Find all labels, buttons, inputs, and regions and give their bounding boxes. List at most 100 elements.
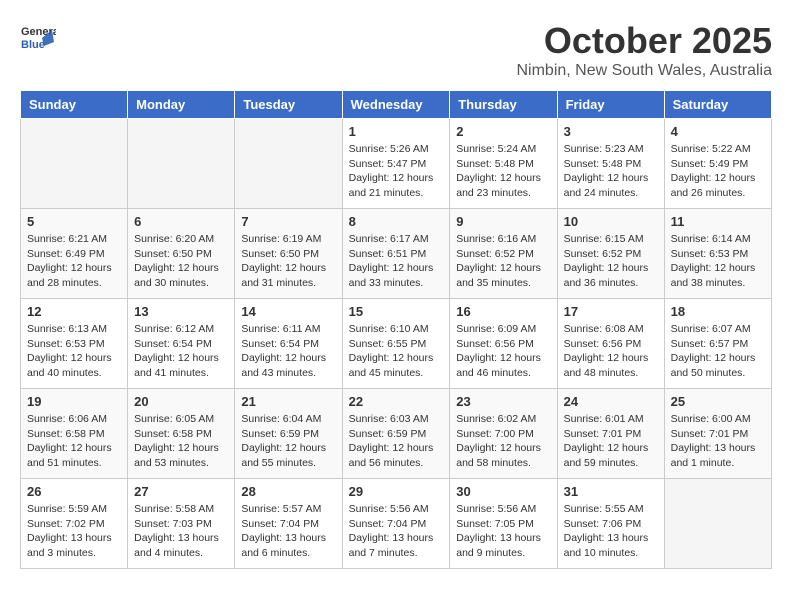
day-info: Sunrise: 6:14 AM Sunset: 6:53 PM Dayligh… <box>671 232 765 291</box>
day-number: 13 <box>134 304 228 319</box>
day-number: 24 <box>564 394 658 409</box>
day-number: 10 <box>564 214 658 229</box>
week-row-5: 26 Sunrise: 5:59 AM Sunset: 7:02 PM Dayli… <box>21 479 772 569</box>
day-number: 14 <box>241 304 335 319</box>
day-number: 1 <box>349 124 444 139</box>
day-number: 9 <box>456 214 550 229</box>
calendar-cell: 28 Sunrise: 5:57 AM Sunset: 7:04 PM Dayli… <box>235 479 342 569</box>
title-section: October 2025 Nimbin, New South Wales, Au… <box>516 20 772 80</box>
week-row-1: 1 Sunrise: 5:26 AM Sunset: 5:47 PM Daylig… <box>21 119 772 209</box>
day-info: Sunrise: 5:24 AM Sunset: 5:48 PM Dayligh… <box>456 142 550 201</box>
header-monday: Monday <box>128 91 235 119</box>
calendar-cell: 31Sunrise: 5:55 AM Sunset: 7:06 PM Dayli… <box>557 479 664 569</box>
calendar-table: Sunday Monday Tuesday Wednesday Thursday… <box>20 90 772 569</box>
day-info: Sunrise: 6:05 AM Sunset: 6:58 PM Dayligh… <box>134 412 228 471</box>
subtitle: Nimbin, New South Wales, Australia <box>516 62 772 80</box>
calendar-cell: 18Sunrise: 6:07 AM Sunset: 6:57 PM Dayli… <box>664 299 771 389</box>
header-wednesday: Wednesday <box>342 91 450 119</box>
day-info: Sunrise: 5:59 AM Sunset: 7:02 PM Dayligh… <box>27 502 121 561</box>
calendar-cell <box>664 479 771 569</box>
day-info: Sunrise: 6:12 AM Sunset: 6:54 PM Dayligh… <box>134 322 228 381</box>
svg-text:Blue: Blue <box>21 39 45 51</box>
day-number: 22 <box>349 394 444 409</box>
day-info: Sunrise: 5:22 AM Sunset: 5:49 PM Dayligh… <box>671 142 765 201</box>
day-number: 6 <box>134 214 228 229</box>
day-number: 11 <box>671 214 765 229</box>
calendar-cell: 22 Sunrise: 6:03 AM Sunset: 6:59 PM Dayli… <box>342 389 450 479</box>
calendar-cell: 27Sunrise: 5:58 AM Sunset: 7:03 PM Dayli… <box>128 479 235 569</box>
calendar-cell: 4 Sunrise: 5:22 AM Sunset: 5:49 PM Daylig… <box>664 119 771 209</box>
day-number: 16 <box>456 304 550 319</box>
day-info: Sunrise: 6:00 AM Sunset: 7:01 PM Dayligh… <box>671 412 765 471</box>
day-number: 4 <box>671 124 765 139</box>
calendar-cell: 16 Sunrise: 6:09 AM Sunset: 6:56 PM Dayli… <box>450 299 557 389</box>
calendar-cell: 20Sunrise: 6:05 AM Sunset: 6:58 PM Dayli… <box>128 389 235 479</box>
day-number: 19 <box>27 394 121 409</box>
calendar-cell: 19 Sunrise: 6:06 AM Sunset: 6:58 PM Dayli… <box>21 389 128 479</box>
day-number: 7 <box>241 214 335 229</box>
day-number: 17 <box>564 304 658 319</box>
calendar-cell: 17Sunrise: 6:08 AM Sunset: 6:56 PM Dayli… <box>557 299 664 389</box>
calendar-cell: 30Sunrise: 5:56 AM Sunset: 7:05 PM Dayli… <box>450 479 557 569</box>
calendar-cell: 7 Sunrise: 6:19 AM Sunset: 6:50 PM Daylig… <box>235 209 342 299</box>
day-number: 31 <box>564 484 658 499</box>
day-info: Sunrise: 6:17 AM Sunset: 6:51 PM Dayligh… <box>349 232 444 291</box>
day-number: 12 <box>27 304 121 319</box>
calendar-cell: 6 Sunrise: 6:20 AM Sunset: 6:50 PM Daylig… <box>128 209 235 299</box>
day-info: Sunrise: 5:26 AM Sunset: 5:47 PM Dayligh… <box>349 142 444 201</box>
calendar-cell: 3 Sunrise: 5:23 AM Sunset: 5:48 PM Daylig… <box>557 119 664 209</box>
day-info: Sunrise: 6:19 AM Sunset: 6:50 PM Dayligh… <box>241 232 335 291</box>
page-container: General Blue October 2025 Nimbin, New So… <box>20 20 772 569</box>
calendar-cell: 9 Sunrise: 6:16 AM Sunset: 6:52 PM Daylig… <box>450 209 557 299</box>
day-number: 29 <box>349 484 444 499</box>
calendar-cell: 11 Sunrise: 6:14 AM Sunset: 6:53 PM Dayli… <box>664 209 771 299</box>
day-info: Sunrise: 5:23 AM Sunset: 5:48 PM Dayligh… <box>564 142 658 201</box>
logo-svg: General Blue <box>20 20 56 56</box>
day-number: 3 <box>564 124 658 139</box>
calendar-cell: 14Sunrise: 6:11 AM Sunset: 6:54 PM Dayli… <box>235 299 342 389</box>
calendar-cell <box>235 119 342 209</box>
day-info: Sunrise: 6:15 AM Sunset: 6:52 PM Dayligh… <box>564 232 658 291</box>
day-number: 30 <box>456 484 550 499</box>
day-info: Sunrise: 6:20 AM Sunset: 6:50 PM Dayligh… <box>134 232 228 291</box>
calendar-cell <box>21 119 128 209</box>
logo: General Blue <box>20 20 56 56</box>
day-info: Sunrise: 6:13 AM Sunset: 6:53 PM Dayligh… <box>27 322 121 381</box>
day-number: 15 <box>349 304 444 319</box>
calendar-cell: 24 Sunrise: 6:01 AM Sunset: 7:01 PM Dayli… <box>557 389 664 479</box>
day-info: Sunrise: 6:10 AM Sunset: 6:55 PM Dayligh… <box>349 322 444 381</box>
calendar-cell: 10 Sunrise: 6:15 AM Sunset: 6:52 PM Dayli… <box>557 209 664 299</box>
calendar-cell: 2Sunrise: 5:24 AM Sunset: 5:48 PM Daylig… <box>450 119 557 209</box>
header-friday: Friday <box>557 91 664 119</box>
day-info: Sunrise: 6:09 AM Sunset: 6:56 PM Dayligh… <box>456 322 550 381</box>
day-info: Sunrise: 6:02 AM Sunset: 7:00 PM Dayligh… <box>456 412 550 471</box>
calendar-cell: 25 Sunrise: 6:00 AM Sunset: 7:01 PM Dayli… <box>664 389 771 479</box>
day-info: Sunrise: 6:21 AM Sunset: 6:49 PM Dayligh… <box>27 232 121 291</box>
header: General Blue October 2025 Nimbin, New So… <box>20 20 772 80</box>
week-row-2: 5 Sunrise: 6:21 AM Sunset: 6:49 PM Daylig… <box>21 209 772 299</box>
day-info: Sunrise: 6:16 AM Sunset: 6:52 PM Dayligh… <box>456 232 550 291</box>
calendar-cell: 29 Sunrise: 5:56 AM Sunset: 7:04 PM Dayli… <box>342 479 450 569</box>
day-info: Sunrise: 6:01 AM Sunset: 7:01 PM Dayligh… <box>564 412 658 471</box>
calendar-cell: 21Sunrise: 6:04 AM Sunset: 6:59 PM Dayli… <box>235 389 342 479</box>
calendar-cell: 23Sunrise: 6:02 AM Sunset: 7:00 PM Dayli… <box>450 389 557 479</box>
calendar-cell: 5 Sunrise: 6:21 AM Sunset: 6:49 PM Daylig… <box>21 209 128 299</box>
week-row-4: 19 Sunrise: 6:06 AM Sunset: 6:58 PM Dayli… <box>21 389 772 479</box>
day-info: Sunrise: 6:06 AM Sunset: 6:58 PM Dayligh… <box>27 412 121 471</box>
day-number: 26 <box>27 484 121 499</box>
day-number: 28 <box>241 484 335 499</box>
calendar-cell: 15 Sunrise: 6:10 AM Sunset: 6:55 PM Dayli… <box>342 299 450 389</box>
day-number: 5 <box>27 214 121 229</box>
main-title: October 2025 <box>516 20 772 62</box>
day-number: 21 <box>241 394 335 409</box>
day-number: 25 <box>671 394 765 409</box>
calendar-cell: 8Sunrise: 6:17 AM Sunset: 6:51 PM Daylig… <box>342 209 450 299</box>
day-info: Sunrise: 6:03 AM Sunset: 6:59 PM Dayligh… <box>349 412 444 471</box>
day-info: Sunrise: 5:58 AM Sunset: 7:03 PM Dayligh… <box>134 502 228 561</box>
header-row: Sunday Monday Tuesday Wednesday Thursday… <box>21 91 772 119</box>
day-info: Sunrise: 5:56 AM Sunset: 7:04 PM Dayligh… <box>349 502 444 561</box>
calendar-cell: 12 Sunrise: 6:13 AM Sunset: 6:53 PM Dayli… <box>21 299 128 389</box>
day-info: Sunrise: 5:57 AM Sunset: 7:04 PM Dayligh… <box>241 502 335 561</box>
day-info: Sunrise: 6:07 AM Sunset: 6:57 PM Dayligh… <box>671 322 765 381</box>
week-row-3: 12 Sunrise: 6:13 AM Sunset: 6:53 PM Dayli… <box>21 299 772 389</box>
